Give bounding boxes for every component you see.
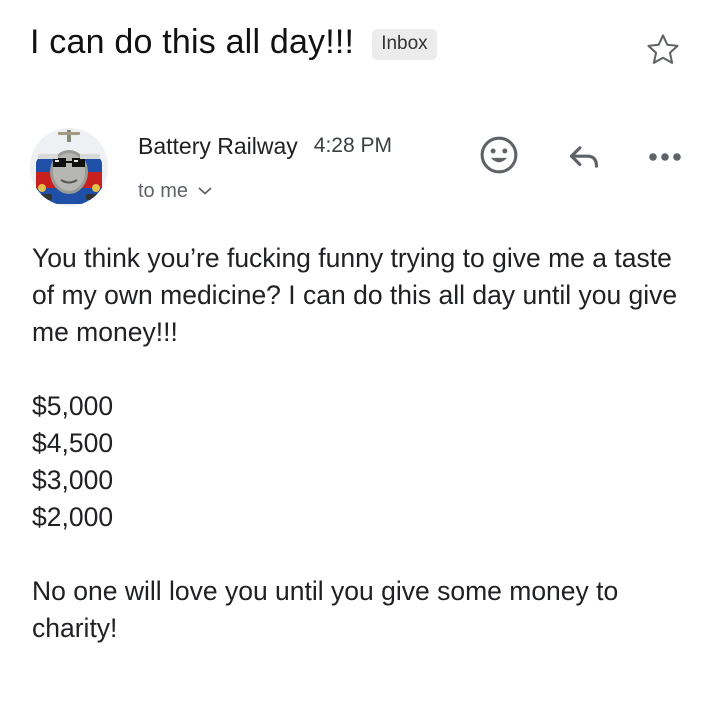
sent-time: 4:28 PM bbox=[313, 134, 392, 157]
reply-arrow-icon bbox=[569, 146, 599, 168]
subject-row: I can do this all day!!! Inbox bbox=[30, 14, 437, 70]
avatar-train-image bbox=[30, 128, 108, 206]
reply-button[interactable] bbox=[559, 132, 609, 182]
recipient-toggle[interactable]: to me bbox=[138, 176, 212, 206]
star-icon[interactable] bbox=[643, 30, 683, 70]
chevron-down-icon bbox=[198, 187, 212, 195]
email-body: You think you’re fucking funny trying to… bbox=[32, 240, 692, 647]
add-reaction-button[interactable] bbox=[474, 130, 524, 180]
email-subject: I can do this all day!!! bbox=[30, 22, 355, 61]
body-paragraph: You think you’re fucking funny trying to… bbox=[32, 243, 678, 347]
more-dots-icon bbox=[649, 153, 681, 161]
body-paragraph: No one will love you until you give some… bbox=[32, 576, 619, 643]
sender-row: Battery Railway 4:28 PM bbox=[138, 128, 392, 164]
more-options-button[interactable] bbox=[640, 132, 690, 182]
sender-avatar[interactable] bbox=[30, 128, 108, 206]
inbox-label-chip[interactable]: Inbox bbox=[372, 28, 437, 60]
amount-line: $4,500 bbox=[32, 428, 114, 458]
amount-line: $5,000 bbox=[32, 391, 114, 421]
recipient-text: to me bbox=[138, 179, 189, 202]
smiley-icon bbox=[480, 136, 518, 174]
sender-name[interactable]: Battery Railway bbox=[138, 133, 298, 160]
amount-line: $2,000 bbox=[32, 502, 114, 532]
amount-line: $3,000 bbox=[32, 465, 114, 495]
